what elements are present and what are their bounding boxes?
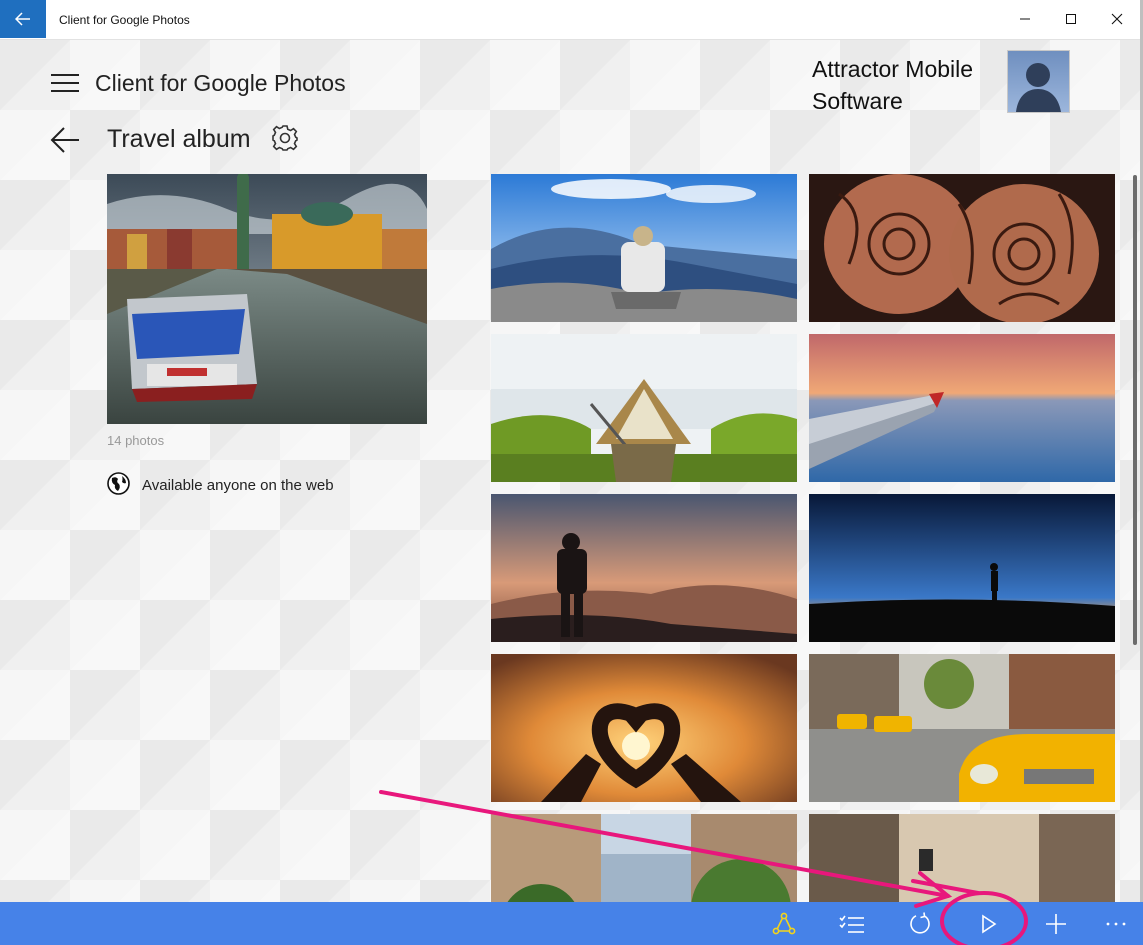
photo-airplane-wing-sunset[interactable]: [809, 334, 1115, 482]
close-button[interactable]: [1094, 0, 1140, 38]
add-button[interactable]: [1034, 902, 1078, 945]
app-title: Client for Google Photos: [95, 70, 346, 96]
photo-person-silhouette-dusk[interactable]: [809, 494, 1115, 642]
share-icon: [772, 912, 796, 934]
sharing-status: Available anyone on the web: [142, 477, 334, 494]
window-title: Client for Google Photos: [59, 13, 190, 27]
share-button[interactable]: [762, 902, 806, 945]
photo-yellow-taxi-street[interactable]: [809, 654, 1115, 802]
album-cover-image[interactable]: [107, 174, 427, 424]
hamburger-menu-button[interactable]: [51, 74, 79, 94]
scrollbar[interactable]: [1133, 175, 1137, 645]
photo-city-street-trees[interactable]: [491, 814, 797, 902]
photo-henna-hands[interactable]: [809, 174, 1115, 322]
refresh-button[interactable]: [898, 902, 942, 945]
arrow-left-icon: [50, 127, 79, 153]
hamburger-line: [51, 74, 79, 76]
more-button[interactable]: [1094, 902, 1138, 945]
maximize-icon: [1066, 14, 1076, 24]
more-icon: [1106, 922, 1126, 925]
back-button[interactable]: [50, 126, 80, 154]
album-settings-button[interactable]: [271, 124, 299, 152]
album-title: Travel album: [107, 125, 251, 153]
hamburger-line: [51, 90, 79, 92]
avatar[interactable]: [1007, 50, 1070, 113]
slideshow-play-button[interactable]: [966, 902, 1010, 945]
maximize-button[interactable]: [1048, 0, 1094, 38]
title-bar: Client for Google Photos: [0, 0, 1143, 40]
play-icon: [982, 914, 997, 933]
select-icon: [839, 915, 864, 933]
main-content: Client for Google Photos Attractor Mobil…: [0, 40, 1143, 902]
photo-mountain-hiker[interactable]: [491, 174, 797, 322]
photo-canoe-lake[interactable]: [491, 334, 797, 482]
person-silhouette-icon: [1016, 63, 1061, 112]
minimize-button[interactable]: [1002, 0, 1048, 38]
gear-icon: [272, 125, 298, 151]
arrow-left-icon: [15, 12, 30, 26]
photo-heart-hands-sun[interactable]: [491, 654, 797, 802]
close-icon: [1111, 13, 1123, 25]
minimize-icon: [1020, 18, 1030, 20]
select-button[interactable]: [830, 902, 874, 945]
user-name: Attractor Mobile Software: [812, 56, 974, 114]
add-icon: [1046, 913, 1066, 934]
photo-street-bicycles[interactable]: [809, 814, 1115, 902]
globe-icon: [107, 472, 130, 495]
refresh-icon: [910, 911, 930, 934]
command-bar: [0, 902, 1143, 945]
photo-count: 14 photos: [107, 433, 165, 448]
window-back-button[interactable]: [0, 0, 46, 38]
hamburger-line: [51, 82, 79, 84]
photo-backpacker-silhouette[interactable]: [491, 494, 797, 642]
